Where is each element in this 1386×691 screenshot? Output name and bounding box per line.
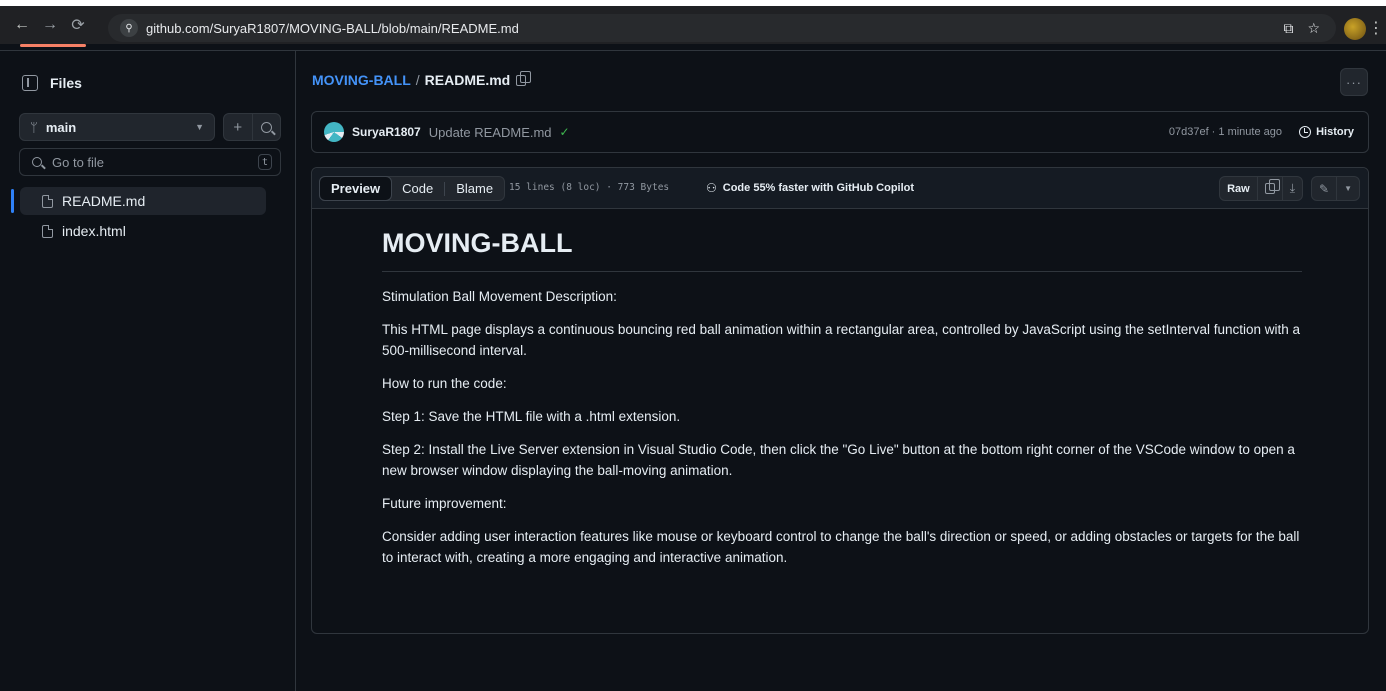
site-info-icon[interactable]: ⚲: [120, 19, 138, 37]
search-icon: [260, 121, 272, 133]
edit-actions-group: ✎ ▼: [1311, 176, 1360, 201]
latest-commit-bar: SuryaR1807 Update README.md ✓ 07d37ef · …: [311, 111, 1369, 153]
breadcrumb-file-name: README.md: [424, 72, 511, 88]
profile-avatar[interactable]: [1344, 18, 1366, 40]
file-icon: [42, 194, 53, 208]
history-button[interactable]: History: [1299, 126, 1354, 138]
reload-icon[interactable]: ⟳: [64, 15, 92, 35]
download-button[interactable]: ⤓: [1281, 177, 1302, 200]
caret-down-icon: ▼: [195, 122, 204, 132]
pencil-icon: ✎: [1319, 181, 1330, 196]
branch-name: main: [45, 119, 77, 135]
breadcrumb: MOVING-BALL / README.md: [312, 70, 532, 88]
bookmark-star-icon[interactable]: ☆: [1307, 20, 1320, 37]
readme-paragraph: Future improvement:: [382, 496, 507, 511]
address-bar[interactable]: ⚲ github.com/SuryaR1807/MOVING-BALL/blob…: [108, 14, 1336, 42]
file-icon: [42, 224, 53, 238]
active-file-indicator: [11, 189, 14, 213]
readme-paragraph: Consider adding user interaction feature…: [382, 529, 1300, 565]
view-mode-tabs: Preview Code Blame: [319, 176, 506, 201]
file-info: 15 lines (8 loc) · 773 Bytes: [509, 182, 670, 193]
file-viewer: Preview Code Blame 15 lines (8 loc) · 77…: [311, 167, 1369, 634]
files-title: Files: [50, 75, 82, 91]
commit-author[interactable]: SuryaR1807: [352, 125, 421, 139]
raw-button[interactable]: Raw: [1220, 177, 1257, 200]
readme-paragraph: How to run the code:: [382, 376, 507, 391]
sidebar-action-group: +: [223, 113, 281, 141]
git-branch-icon: ᛘ: [30, 119, 38, 135]
url-text[interactable]: github.com/SuryaR1807/MOVING-BALL/blob/m…: [146, 21, 519, 36]
copilot-label: Code 55% faster with GitHub Copilot: [722, 182, 915, 194]
author-avatar[interactable]: [324, 122, 344, 142]
readme-paragraph: This HTML page displays a continuous bou…: [382, 322, 1301, 358]
back-arrow-icon[interactable]: ←: [8, 16, 36, 34]
search-code-button[interactable]: [251, 114, 281, 140]
tab-code[interactable]: Code: [391, 177, 444, 200]
browser-menu-icon[interactable]: ⋮: [1368, 18, 1384, 38]
add-file-button[interactable]: +: [224, 114, 252, 140]
readme-paragraph: Step 2: Install the Live Server extensio…: [382, 442, 1295, 478]
check-icon[interactable]: ✓: [560, 125, 570, 139]
readme-paragraph: Stimulation Ball Movement Description:: [382, 289, 617, 304]
download-icon: ⤓: [1289, 181, 1296, 195]
file-tree-item-readme[interactable]: README.md: [20, 187, 266, 215]
commit-message[interactable]: Update README.md: [429, 125, 552, 140]
browser-toolbar: ← → ⟳ ⚲ github.com/SuryaR1807/MOVING-BAL…: [0, 0, 1386, 44]
raw-actions-group: Raw ⤓: [1219, 176, 1304, 201]
copilot-icon: ⚇: [706, 181, 717, 195]
edit-button[interactable]: ✎: [1312, 177, 1336, 200]
readme-content: MOVING-BALL Stimulation Ball Movement De…: [382, 228, 1302, 580]
branch-selector-button[interactable]: ᛘ main ▼: [19, 113, 215, 141]
file-tree-item-index[interactable]: index.html: [20, 217, 266, 245]
readme-title: MOVING-BALL: [382, 228, 1302, 272]
kebab-horizontal-icon: ···: [1346, 74, 1362, 90]
collapse-sidebar-icon[interactable]: [22, 75, 38, 91]
header-accent-line: [20, 44, 86, 47]
history-label: History: [1316, 126, 1354, 138]
file-toolbar: Preview Code Blame 15 lines (8 loc) · 77…: [312, 168, 1368, 209]
file-actions: Raw ⤓ ✎ ▼: [1219, 176, 1360, 201]
more-options-button[interactable]: ···: [1340, 68, 1368, 96]
readme-paragraph: Step 1: Save the HTML file with a .html …: [382, 409, 681, 424]
file-tree-sidebar: Files ᛘ main ▼ + t README.md index.html: [0, 51, 296, 691]
history-clock-icon: [1299, 126, 1312, 138]
go-to-file-field[interactable]: t: [19, 148, 281, 176]
tab-preview[interactable]: Preview: [319, 176, 393, 201]
install-app-icon[interactable]: ⧉: [1283, 20, 1293, 37]
copy-raw-button[interactable]: [1256, 177, 1282, 200]
copy-icon: [1264, 179, 1280, 194]
tab-blame[interactable]: Blame: [445, 177, 504, 200]
caret-down-icon: ▼: [1344, 184, 1352, 193]
forward-arrow-icon[interactable]: →: [36, 16, 64, 34]
keyboard-shortcut-hint: t: [258, 154, 272, 170]
plus-icon: +: [233, 118, 243, 136]
go-to-file-input[interactable]: [52, 154, 252, 170]
files-header: Files: [22, 75, 82, 91]
file-name: index.html: [62, 223, 126, 239]
breadcrumb-separator: /: [415, 72, 420, 88]
file-name: README.md: [62, 193, 146, 209]
edit-dropdown-button[interactable]: ▼: [1336, 177, 1359, 200]
search-icon: [32, 157, 42, 167]
copy-path-icon[interactable]: [516, 70, 532, 86]
commit-meta[interactable]: 07d37ef · 1 minute ago: [1169, 126, 1282, 138]
copilot-promo-link[interactable]: ⚇ Code 55% faster with GitHub Copilot: [706, 181, 914, 195]
breadcrumb-repo-link[interactable]: MOVING-BALL: [312, 72, 411, 88]
